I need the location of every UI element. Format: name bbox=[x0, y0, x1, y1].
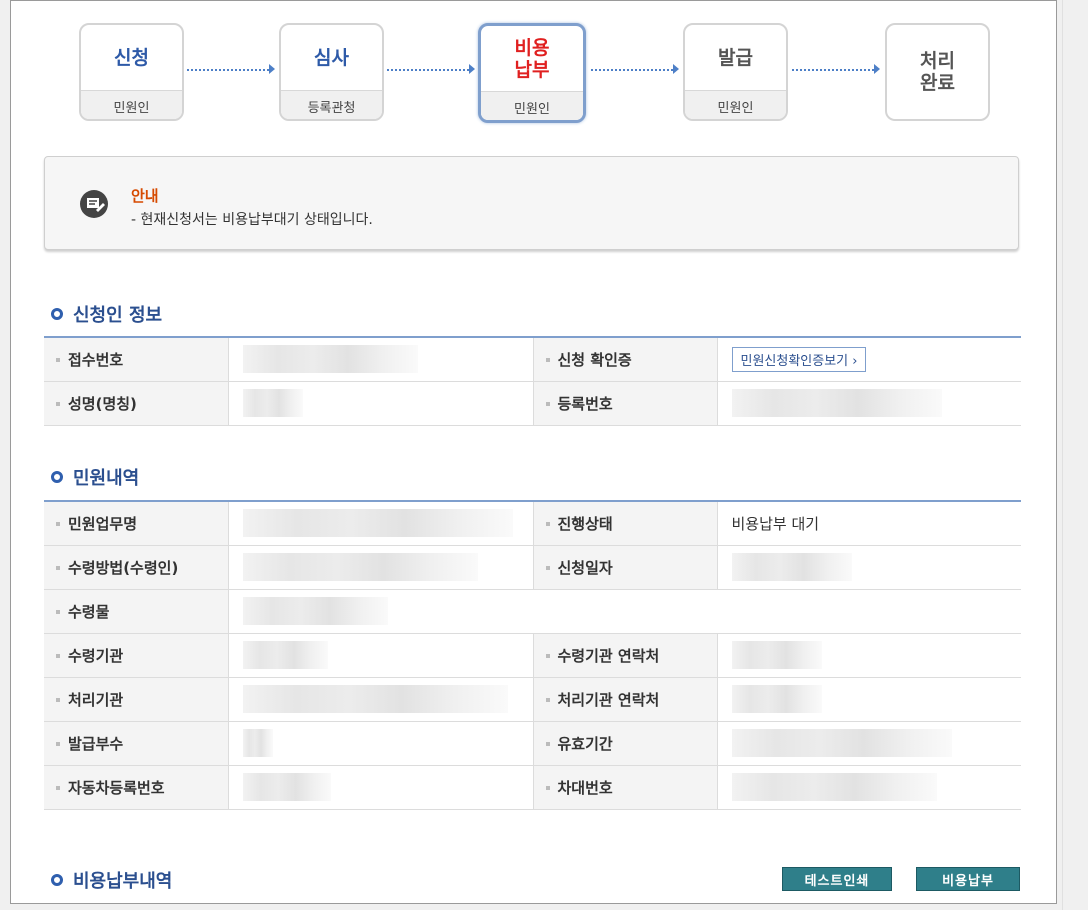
table-row: 성명(명칭) 등록번호 bbox=[44, 381, 1021, 426]
table-row: 수령방법(수령인) 신청일자 bbox=[44, 545, 1021, 590]
table-row: 수령물 bbox=[44, 589, 1021, 634]
receive-item-value bbox=[228, 589, 1021, 634]
section-bullet-icon bbox=[51, 308, 63, 320]
petition-table: 민원업무명 진행상태 비용납부 대기 수령방법(수령인) 신청일자 수령물 수령… bbox=[44, 500, 1021, 810]
valid-period-value bbox=[717, 721, 1021, 766]
table-row: 수령기관 수령기관 연락처 bbox=[44, 633, 1021, 678]
step-actor: 민원인 bbox=[481, 91, 583, 120]
step-arrow bbox=[792, 64, 880, 74]
receive-org-value bbox=[228, 633, 534, 678]
step-title: 처리 완료 bbox=[920, 50, 955, 94]
section-bullet-icon bbox=[51, 471, 63, 483]
receipt-no-value bbox=[228, 337, 534, 382]
step-review: 심사 등록관청 bbox=[279, 23, 384, 121]
confirm-label: 신청 확인증 bbox=[533, 337, 718, 382]
copies-value bbox=[228, 721, 534, 766]
task-label: 민원업무명 bbox=[44, 501, 229, 546]
step-actor: 민원인 bbox=[685, 90, 786, 119]
car-reg-label: 자동차등록번호 bbox=[44, 765, 229, 810]
task-value bbox=[228, 501, 534, 546]
section-title: 민원내역 bbox=[73, 468, 140, 489]
petition-heading: 민원내역 bbox=[51, 464, 139, 490]
pay-button[interactable]: 비용납부 bbox=[916, 867, 1020, 891]
notice-box: 안내 - 현재신청서는 비용납부대기 상태입니다. bbox=[44, 156, 1019, 250]
process-org-contact-value bbox=[717, 677, 1021, 722]
step-title: 발급 bbox=[718, 46, 753, 69]
copies-label: 발급부수 bbox=[44, 721, 229, 766]
receive-org-contact-value bbox=[717, 633, 1021, 678]
receive-method-label: 수령방법(수령인) bbox=[44, 545, 229, 590]
step-title: 신청 bbox=[114, 46, 149, 69]
confirm-value: 민원신청확인증보기 › bbox=[717, 337, 1021, 382]
notice-message: - 현재신청서는 비용납부대기 상태입니다. bbox=[131, 212, 373, 228]
payment-heading: 비용납부내역 bbox=[51, 867, 172, 893]
name-label: 성명(명칭) bbox=[44, 381, 229, 426]
chassis-value bbox=[717, 765, 1021, 810]
process-org-value bbox=[228, 677, 534, 722]
applicant-heading: 신청인 정보 bbox=[51, 301, 162, 327]
step-title: 심사 bbox=[314, 46, 349, 69]
step-apply: 신청 민원인 bbox=[79, 23, 184, 121]
test-print-button[interactable]: 테스트인쇄 bbox=[782, 867, 892, 891]
progress-steps: 신청 민원인 심사 등록관청 비용 납부 민원인 발급 민원인 처리 완료 bbox=[11, 1, 1056, 141]
step-arrow bbox=[591, 64, 679, 74]
process-org-contact-label: 처리기관 연락처 bbox=[533, 677, 718, 722]
step-arrow bbox=[187, 64, 275, 74]
table-row: 자동차등록번호 차대번호 bbox=[44, 765, 1021, 810]
receive-item-label: 수령물 bbox=[44, 589, 229, 634]
section-title: 비용납부내역 bbox=[73, 871, 173, 892]
step-issue: 발급 민원인 bbox=[683, 23, 788, 121]
section-title: 신청인 정보 bbox=[73, 305, 163, 326]
table-row: 처리기관 처리기관 연락처 bbox=[44, 677, 1021, 722]
receipt-no-label: 접수번호 bbox=[44, 337, 229, 382]
table-row: 민원업무명 진행상태 비용납부 대기 bbox=[44, 501, 1021, 546]
process-org-label: 처리기관 bbox=[44, 677, 229, 722]
memo-icon bbox=[80, 190, 108, 218]
receive-org-label: 수령기관 bbox=[44, 633, 229, 678]
chassis-label: 차대번호 bbox=[533, 765, 718, 810]
table-row: 발급부수 유효기간 bbox=[44, 721, 1021, 766]
step-complete: 처리 완료 bbox=[885, 23, 990, 121]
step-arrow bbox=[387, 64, 475, 74]
receive-method-value bbox=[228, 545, 534, 590]
step-actor: 등록관청 bbox=[281, 90, 382, 119]
apply-date-value bbox=[717, 545, 1021, 590]
car-reg-value bbox=[228, 765, 534, 810]
scrollbar[interactable] bbox=[1062, 0, 1088, 910]
applicant-table: 접수번호 신청 확인증 민원신청확인증보기 › 성명(명칭) 등록번호 bbox=[44, 336, 1021, 426]
name-value bbox=[228, 381, 534, 426]
view-confirmation-button[interactable]: 민원신청확인증보기 › bbox=[731, 346, 867, 372]
apply-date-label: 신청일자 bbox=[533, 545, 718, 590]
step-payment: 비용 납부 민원인 bbox=[478, 23, 586, 123]
status-label: 진행상태 bbox=[533, 501, 718, 546]
valid-period-label: 유효기간 bbox=[533, 721, 718, 766]
reg-no-value bbox=[717, 381, 1021, 426]
notice-title: 안내 bbox=[131, 187, 159, 205]
reg-no-label: 등록번호 bbox=[533, 381, 718, 426]
table-row: 접수번호 신청 확인증 민원신청확인증보기 › bbox=[44, 337, 1021, 382]
receive-org-contact-label: 수령기관 연락처 bbox=[533, 633, 718, 678]
status-value: 비용납부 대기 bbox=[717, 501, 1021, 546]
step-title: 비용 납부 bbox=[514, 36, 550, 81]
step-actor: 민원인 bbox=[81, 90, 182, 119]
section-bullet-icon bbox=[51, 874, 63, 886]
page-frame: 신청 민원인 심사 등록관청 비용 납부 민원인 발급 민원인 처리 완료 안내… bbox=[10, 0, 1057, 904]
